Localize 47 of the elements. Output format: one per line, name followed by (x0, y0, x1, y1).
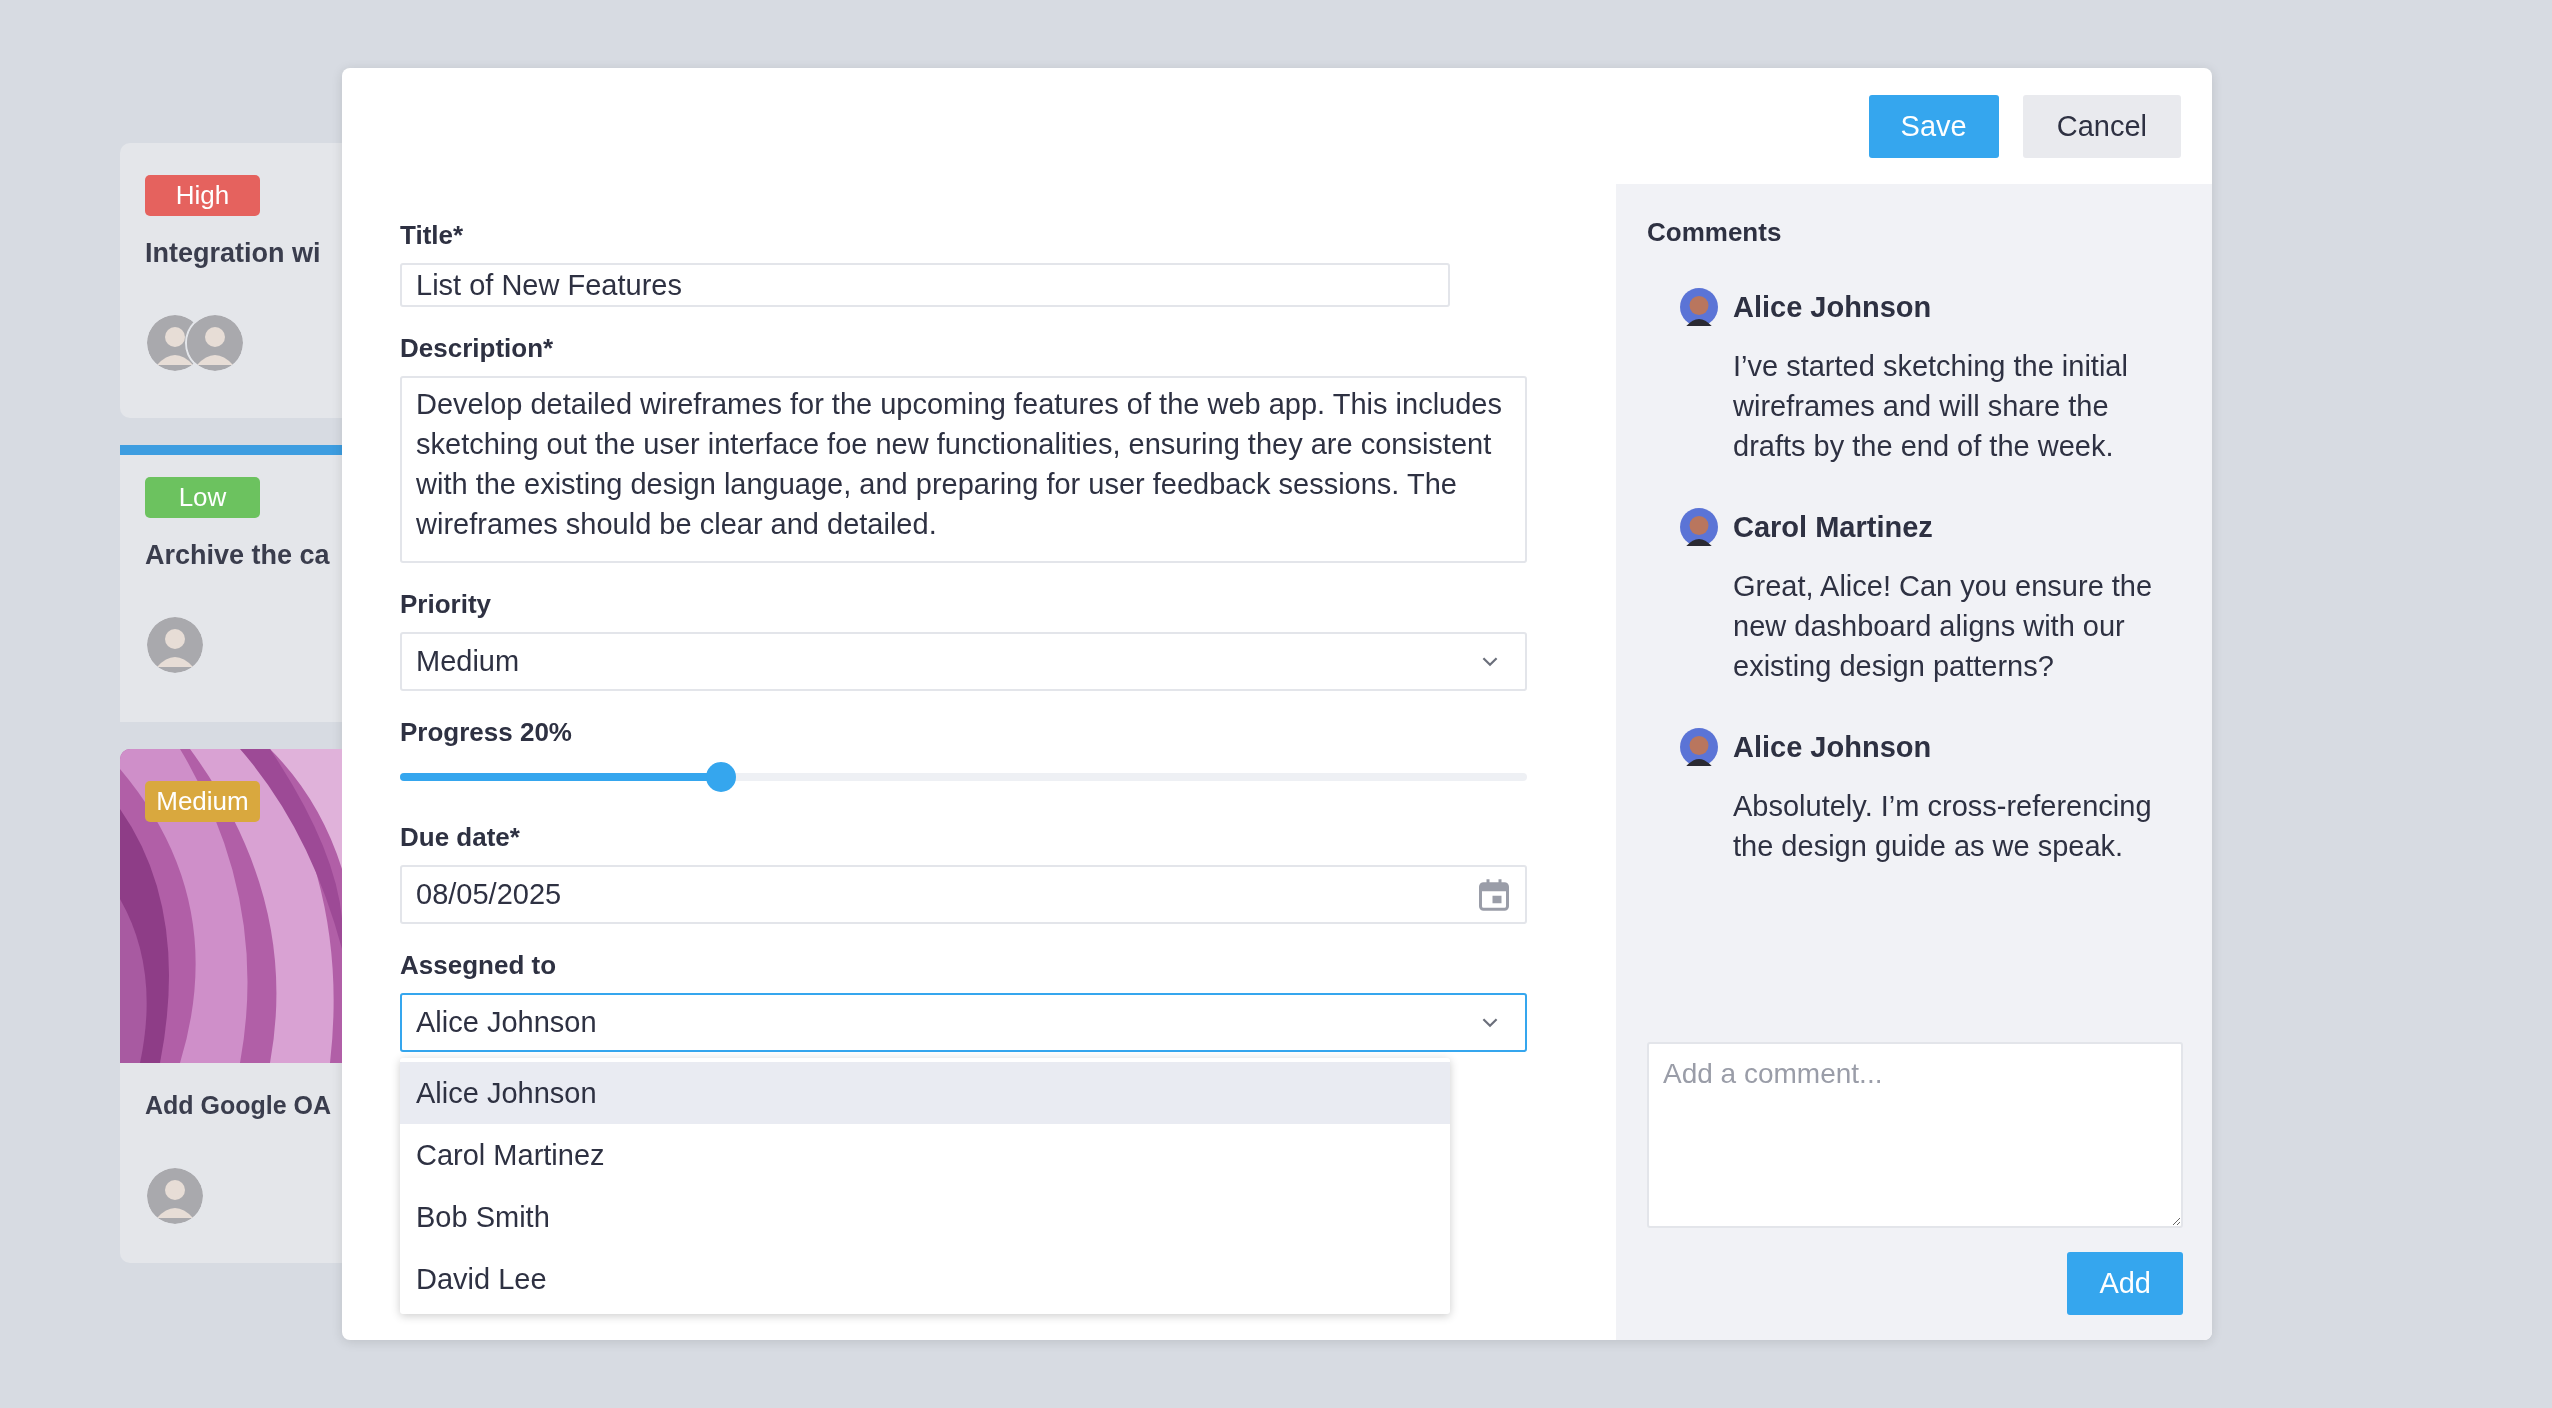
comment-text: Absolutely. I’m cross-referencing the design guide as we speak. (1733, 789, 2153, 864)
dropdown-value: Alice Johnson (416, 1006, 597, 1039)
field-label: Title* (400, 220, 465, 251)
field-label: Description* (400, 333, 555, 364)
comment-author: Alice Johnson (1733, 290, 1932, 324)
comment-author: Carol Martinez (1733, 510, 1933, 544)
slider-thumb[interactable] (706, 762, 737, 792)
dropdown-option[interactable]: Carol Martinez (400, 1124, 1450, 1186)
avatar (1680, 288, 1718, 326)
avatar (1680, 728, 1718, 766)
slider[interactable] (400, 762, 1527, 792)
priority-tag: High (145, 175, 260, 216)
date-value: 08/05/2025 (416, 878, 562, 911)
dropdown-value: Medium (416, 645, 520, 678)
card-title: Integration wi (145, 238, 321, 269)
avatar (145, 615, 205, 675)
comment-field[interactable]: Add a comment... (1647, 1042, 2183, 1228)
card-title: Archive the ca (145, 540, 330, 571)
field-label: Assegned to (400, 950, 558, 981)
priority-tag: Medium (145, 781, 260, 822)
card-title: Add Google OA (145, 1091, 332, 1120)
task-card[interactable]: Medium Add Google OA (120, 749, 342, 1263)
comment-author: Alice Johnson (1733, 730, 1932, 764)
field-label: Due date* (400, 822, 521, 853)
task-card[interactable]: Low Archive the ca (120, 445, 342, 722)
text-field[interactable]: List of New Features (400, 263, 1450, 307)
chevron-down-icon (1481, 656, 1499, 667)
priority-tag: Low (145, 477, 260, 518)
calendar-icon[interactable] (1479, 878, 1509, 911)
field-label: Progress 20% (400, 717, 573, 748)
panel-title: Comments (1647, 217, 1783, 248)
task-card[interactable]: High Integration wi (120, 143, 342, 418)
dropdown-field[interactable]: Alice Johnson (400, 993, 1527, 1052)
avatar (1680, 508, 1718, 546)
avatar (185, 313, 245, 373)
dropdown-option[interactable]: Alice Johnson (400, 1062, 1450, 1124)
chevron-down-icon (1481, 1017, 1499, 1028)
comment-text: I’ve started sketching the initial wireframes and will share the drafts by the end of the week. (1733, 349, 2129, 464)
dropdown-option[interactable]: David Lee (400, 1248, 1450, 1310)
dropdown-field[interactable]: Medium (400, 632, 1527, 691)
comment-text: Great, Alice! Can you ensure the new dashboard aligns with our existing design patterns? (1733, 569, 2153, 684)
field-label: Priority (400, 589, 493, 620)
dropdown-option[interactable]: Bob Smith (400, 1186, 1450, 1248)
description-field[interactable]: Develop detailed wireframes for the upcoming features of the web app. This includes sketching out the user interface foe new functionalities, ensuring they are consistent with the existing design language, and preparing for user feedback sessions. The wireframes should be clear and detailed. (400, 376, 1527, 563)
cancel-button[interactable]: Cancel (2022, 94, 2181, 158)
avatar (145, 1166, 205, 1226)
date-field[interactable]: 08/05/2025 (400, 865, 1527, 924)
